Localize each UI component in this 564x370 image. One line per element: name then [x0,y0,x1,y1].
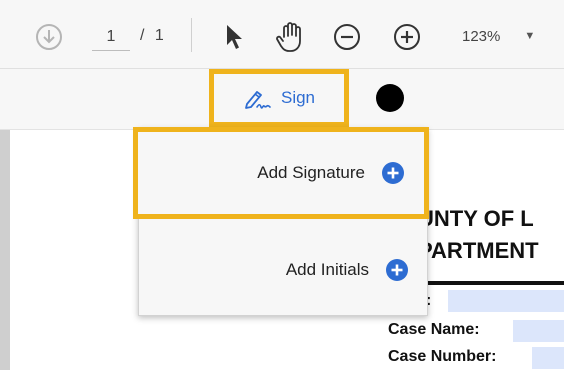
sign-dropdown-menu: Add Signature Add Initials [133,127,429,316]
add-initials-item[interactable]: Add Initials [139,239,427,301]
sign-toolbar: Sign [0,69,564,130]
document-heading-line-1: UNTY OF L [418,206,534,231]
dropdown-caret-icon: ▼ [524,30,536,42]
pen-signature-icon [243,86,273,110]
hand-icon[interactable] [274,20,306,54]
add-signature-label: Add Signature [257,163,365,182]
page-total: / 1 [140,27,164,45]
zoom-value: 123% [462,27,501,45]
case-name-label: Case Name: [388,321,480,338]
zoom-in-icon[interactable] [392,22,422,52]
document-heading-rule [418,281,564,285]
sign-button-label: Sign [280,88,316,107]
case-number-label: Case Number: [388,348,497,365]
top-toolbar: / 1 123% ▼ [0,0,564,69]
case-number-field[interactable] [532,347,564,369]
add-initials-label: Add Initials [285,260,369,279]
add-signature-item[interactable]: Add Signature [133,127,429,219]
add-circle-icon [385,258,409,282]
download-arrow-icon[interactable] [34,22,64,52]
page-separator: / [140,27,145,44]
case-name-field[interactable] [513,320,564,342]
document-gutter [0,130,10,370]
document-heading-line-2: PARTMENT [418,238,539,263]
sign-button[interactable]: Sign [209,69,349,127]
add-circle-icon [381,161,405,185]
ink-color-swatch[interactable] [376,84,404,112]
toolbar-divider [191,18,192,52]
page-number-input[interactable] [92,23,130,51]
zoom-select[interactable]: 123% ▼ [448,22,540,50]
zoom-out-icon[interactable] [332,22,362,52]
page-total-count: 1 [154,27,164,44]
form-field-top[interactable] [448,290,564,312]
cursor-arrow-icon[interactable] [222,22,246,52]
